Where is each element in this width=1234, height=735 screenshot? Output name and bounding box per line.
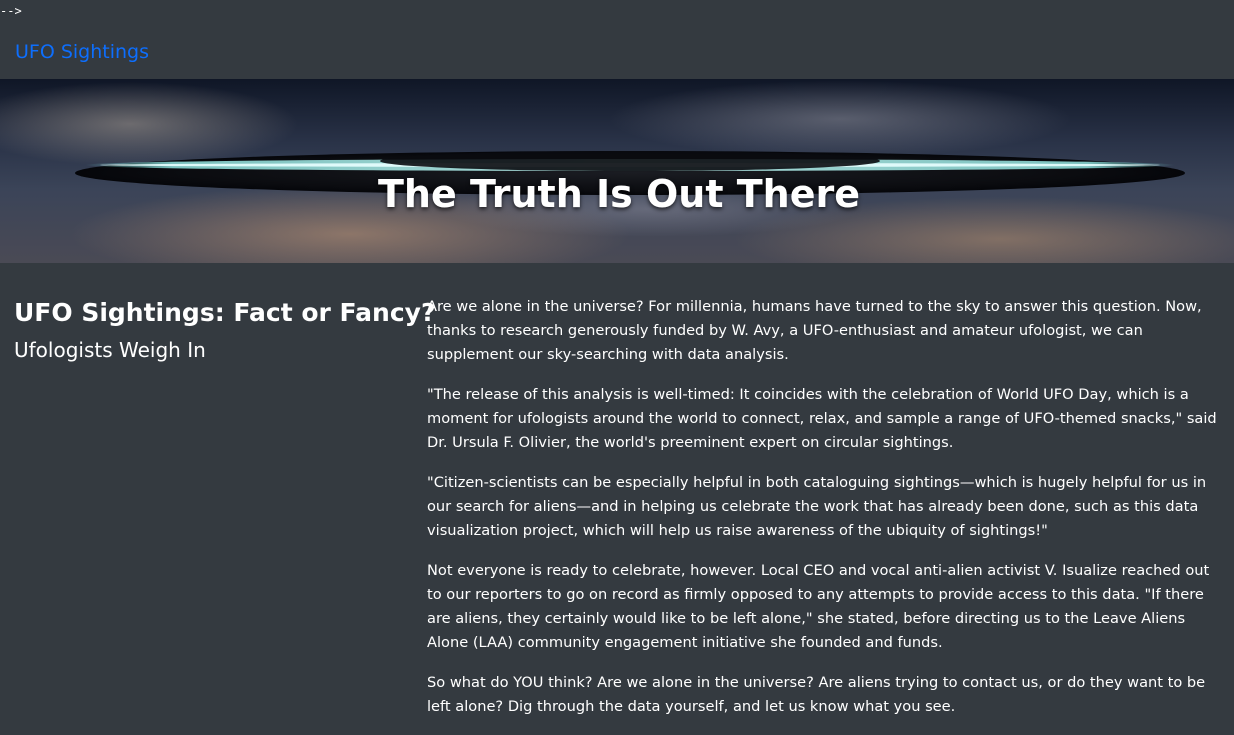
hero-banner: The Truth Is Out There [0, 79, 1234, 263]
article-paragraph: Are we alone in the universe? For millen… [427, 298, 1202, 363]
article-paragraph: So what do YOU think? Are we alone in th… [427, 674, 1206, 715]
article-paragraph: Not everyone is ready to celebrate, howe… [427, 562, 1210, 651]
navbar-brand-link[interactable]: UFO Sightings [15, 39, 149, 65]
article-body: Are we alone in the universe? For millen… [427, 295, 1227, 735]
hero-title: The Truth Is Out There [378, 172, 860, 217]
article-paragraph: "Citizen-scientists can be especially he… [427, 474, 1207, 539]
navbar: UFO Sightings [0, 0, 1234, 79]
section-title: UFO Sightings: Fact or Fancy? [14, 298, 436, 327]
article-paragraph: "The release of this analysis is well-ti… [427, 386, 1217, 451]
section-subtitle: Ufologists Weigh In [14, 338, 206, 362]
